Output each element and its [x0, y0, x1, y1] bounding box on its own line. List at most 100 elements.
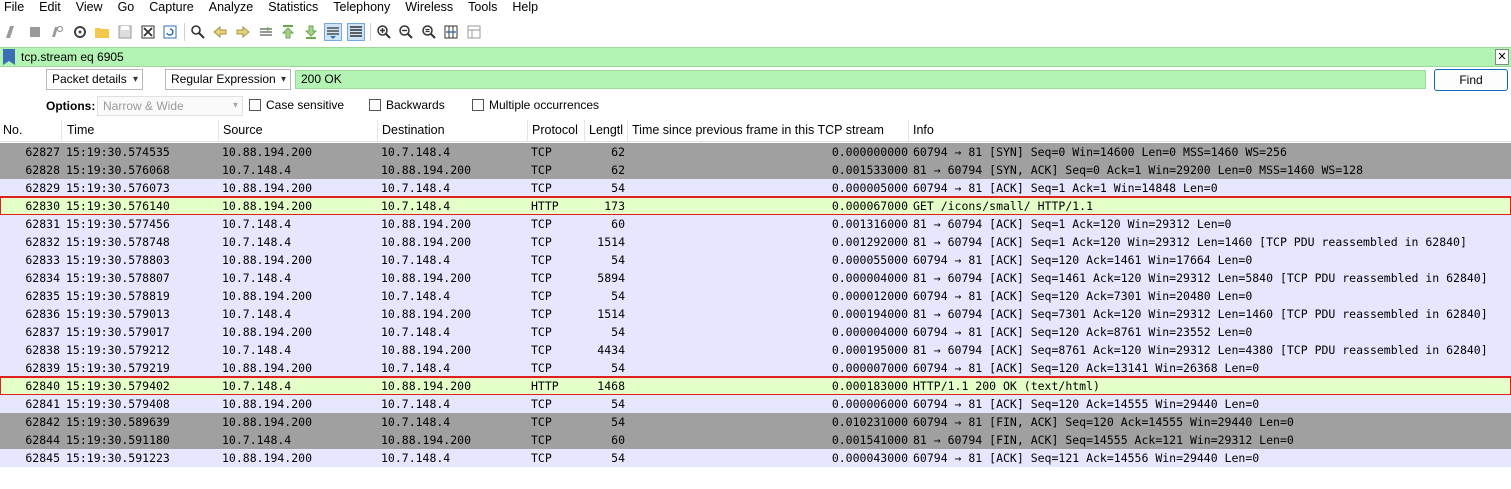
reload-file-icon[interactable] [161, 23, 179, 41]
search-in-select[interactable]: Packet details ▾ [46, 69, 143, 90]
packet-time: 15:19:30.576073 [66, 181, 170, 195]
packet-protocol: TCP [531, 217, 552, 231]
column-divider[interactable] [61, 120, 62, 142]
packet-source: 10.88.194.200 [222, 199, 313, 213]
packet-row[interactable]: 62830 15:19:30.576140 10.88.194.200 10.7.14… [0, 196, 1511, 216]
menu-file[interactable]: File [4, 0, 24, 14]
menu-analyze[interactable]: Analyze [209, 0, 253, 14]
packet-row[interactable]: 62842 15:19:30.589639 10.88.194.200 10.7.14… [0, 413, 1511, 431]
packet-row[interactable]: 62845 15:19:30.591223 10.88.194.200 10.7.14… [0, 449, 1511, 467]
go-first-packet-icon[interactable] [279, 23, 297, 41]
save-file-icon[interactable] [116, 23, 134, 41]
packet-destination: 10.7.148.4 [381, 361, 451, 375]
close-file-icon[interactable] [139, 23, 157, 41]
column-source[interactable]: Source [223, 123, 263, 137]
packet-row[interactable]: 62827 15:19:30.574535 10.88.194.200 10.7.14… [0, 143, 1511, 161]
multiple-occurrences-checkbox[interactable]: Multiple occurrences [472, 98, 599, 112]
packet-row[interactable]: 62833 15:19:30.578803 10.88.194.200 10.7.14… [0, 251, 1511, 269]
case-sensitive-checkbox[interactable]: Case sensitive [249, 98, 344, 112]
column-time-delta[interactable]: Time since previous frame in this TCP st… [632, 123, 884, 137]
column-divider[interactable] [584, 120, 585, 142]
packet-row[interactable]: 62844 15:19:30.591180 10.7.148.4 10.88.194.… [0, 431, 1511, 449]
packet-destination: 10.88.194.200 [381, 379, 472, 393]
packet-row[interactable]: 62835 15:19:30.578819 10.88.194.200 10.7.14… [0, 287, 1511, 305]
packet-row[interactable]: 62831 15:19:30.577456 10.7.148.4 10.88.194.… [0, 215, 1511, 233]
checkbox-box[interactable] [369, 99, 381, 111]
find-packet-icon[interactable] [189, 23, 207, 41]
packet-info: HTTP/1.1 200 OK (text/html) [913, 379, 1100, 393]
resize-columns-icon[interactable] [442, 23, 460, 41]
colorize-icon[interactable] [346, 23, 365, 41]
packet-number: 62829 [25, 181, 60, 195]
go-forward-icon[interactable] [234, 23, 252, 41]
packet-info: 60794 → 81 [ACK] Seq=120 Ack=14555 Win=2… [913, 397, 1260, 411]
stop-capture-icon[interactable] [26, 23, 44, 41]
normal-size-icon[interactable] [420, 23, 438, 41]
filter-bookmark-icon[interactable] [3, 49, 15, 65]
menu-help[interactable]: Help [512, 0, 538, 14]
column-protocol[interactable]: Protocol [532, 123, 578, 137]
menu-go[interactable]: Go [118, 0, 135, 14]
column-divider[interactable] [377, 120, 378, 142]
packet-row[interactable]: 62841 15:19:30.579408 10.88.194.200 10.7.14… [0, 395, 1511, 413]
start-capture-icon[interactable] [3, 23, 21, 41]
column-info[interactable]: Info [913, 123, 934, 137]
packet-row[interactable]: 62839 15:19:30.579219 10.88.194.200 10.7.14… [0, 359, 1511, 377]
find-button[interactable]: Find [1434, 69, 1508, 91]
checkbox-box[interactable] [249, 99, 261, 111]
menu-wireless[interactable]: Wireless [405, 0, 453, 14]
packet-row[interactable]: 62834 15:19:30.578807 10.7.148.4 10.88.194.… [0, 269, 1511, 287]
menu-edit[interactable]: Edit [39, 0, 61, 14]
column-divider[interactable] [527, 120, 528, 142]
packet-number: 62834 [25, 271, 60, 285]
packet-time-delta: 0.001292000 [831, 235, 908, 249]
backwards-checkbox[interactable]: Backwards [369, 98, 445, 112]
character-width-select[interactable]: Narrow & Wide ▾ [97, 96, 243, 116]
packet-length: 62 [611, 163, 625, 177]
go-to-packet-icon[interactable] [257, 23, 275, 41]
menu-view[interactable]: View [76, 0, 103, 14]
zoom-in-icon[interactable] [375, 23, 393, 41]
packet-row[interactable]: 62829 15:19:30.576073 10.88.194.200 10.7.14… [0, 179, 1511, 197]
packet-row[interactable]: 62837 15:19:30.579017 10.88.194.200 10.7.14… [0, 323, 1511, 341]
packet-destination: 10.7.148.4 [381, 181, 451, 195]
checkbox-box[interactable] [472, 99, 484, 111]
packet-number: 62831 [25, 217, 60, 231]
column-length[interactable]: Lengtl [589, 123, 626, 137]
zoom-out-icon[interactable] [397, 23, 415, 41]
capture-options-icon[interactable] [71, 23, 89, 41]
autoscroll-icon[interactable] [324, 23, 343, 41]
display-filter-bar[interactable]: tcp.stream eq 6905 ✕ [0, 47, 1511, 67]
packet-row[interactable]: 62838 15:19:30.579212 10.7.148.4 10.88.194.… [0, 341, 1511, 359]
packet-row[interactable]: 62840 15:19:30.579402 10.7.148.4 10.88.194.… [0, 376, 1511, 396]
menu-statistics[interactable]: Statistics [268, 0, 318, 14]
menu-tools[interactable]: Tools [468, 0, 497, 14]
packet-protocol: TCP [531, 145, 552, 159]
packet-row[interactable]: 62836 15:19:30.579013 10.7.148.4 10.88.194.… [0, 305, 1511, 323]
packet-info: 60794 → 81 [ACK] Seq=120 Ack=7301 Win=20… [913, 289, 1253, 303]
main-toolbar [0, 20, 1511, 44]
menu-capture[interactable]: Capture [149, 0, 193, 14]
restart-capture-icon[interactable] [48, 23, 66, 41]
column-time[interactable]: Time [67, 123, 94, 137]
go-back-icon[interactable] [211, 23, 229, 41]
packet-time: 15:19:30.578803 [66, 253, 170, 267]
open-file-icon[interactable] [93, 23, 111, 41]
packet-row[interactable]: 62828 15:19:30.576068 10.7.148.4 10.88.194.… [0, 161, 1511, 179]
column-divider[interactable] [218, 120, 219, 142]
layout-icon[interactable] [465, 23, 483, 41]
column-no[interactable]: No. [3, 123, 22, 137]
menu-telephony[interactable]: Telephony [333, 0, 390, 14]
packet-row[interactable]: 62832 15:19:30.578748 10.7.148.4 10.88.194.… [0, 233, 1511, 251]
search-type-select[interactable]: Regular Expression ▾ [165, 69, 291, 90]
column-divider[interactable] [908, 120, 909, 142]
find-search-input[interactable]: 200 OK [295, 70, 1426, 89]
packet-info: 60794 → 81 [ACK] Seq=120 Ack=1461 Win=17… [913, 253, 1253, 267]
packet-info: GET /icons/small/ HTTP/1.1 [913, 199, 1094, 213]
column-destination[interactable]: Destination [382, 123, 445, 137]
column-divider[interactable] [627, 120, 628, 142]
clear-filter-icon[interactable]: ✕ [1495, 49, 1509, 65]
go-last-packet-icon[interactable] [302, 23, 320, 41]
display-filter-input[interactable]: tcp.stream eq 6905 [21, 50, 124, 64]
packet-time-delta: 0.000004000 [831, 325, 908, 339]
